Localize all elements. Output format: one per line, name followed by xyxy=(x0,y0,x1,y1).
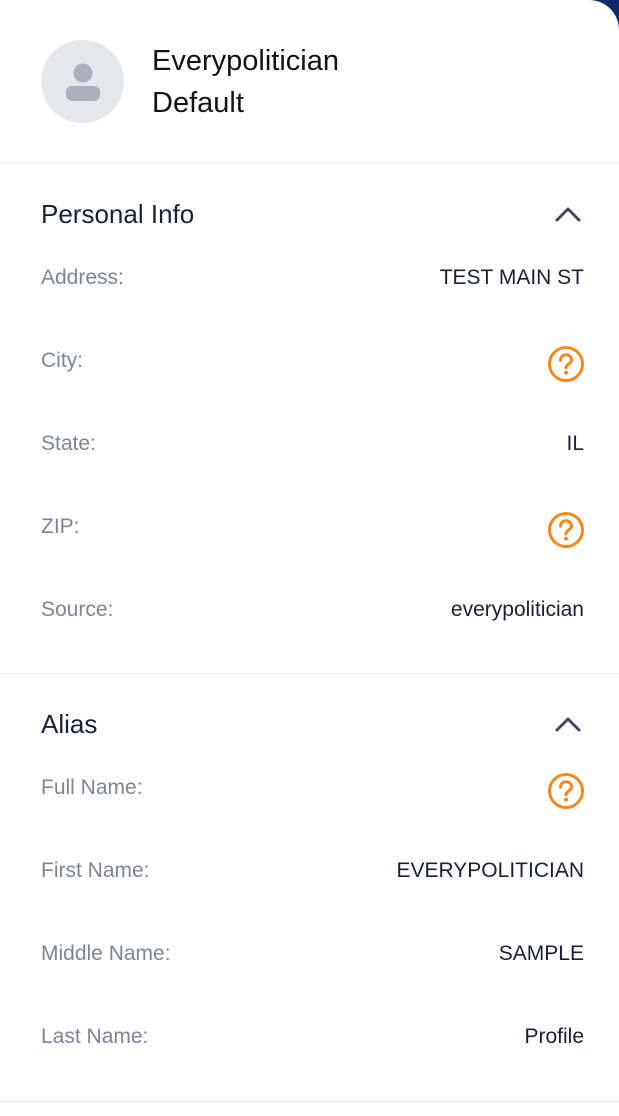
city-row: City: xyxy=(0,345,619,430)
alias-title: Alias xyxy=(41,708,98,739)
state-row: State: IL xyxy=(0,430,619,513)
source-row: Source: everypolitician xyxy=(0,596,619,679)
profile-name-line1: Everypolitician xyxy=(152,44,339,77)
source-label: Source: xyxy=(41,598,114,621)
person-icon xyxy=(65,63,100,101)
personal-info-title: Personal Info xyxy=(41,198,195,229)
full-name-row: Full Name: xyxy=(0,772,619,857)
alias-header[interactable]: Alias xyxy=(0,674,619,774)
first-name-row: First Name: EVERYPOLITICIAN xyxy=(0,857,619,940)
zip-label: ZIP: xyxy=(41,515,80,538)
avatar xyxy=(41,40,124,123)
first-name-label: First Name: xyxy=(41,859,150,882)
city-label: City: xyxy=(41,349,83,372)
middle-name-row: Middle Name: SAMPLE xyxy=(0,940,619,1023)
address-label: Address: xyxy=(41,266,124,289)
zip-row: ZIP: xyxy=(0,511,619,596)
middle-name-value: SAMPLE xyxy=(498,942,584,965)
question-circle-icon[interactable] xyxy=(547,511,585,549)
chevron-up-icon[interactable] xyxy=(553,709,583,739)
alias-section: Alias Full Name: First Name: EVERYPOLITI… xyxy=(0,674,619,1102)
profile-name-line2: Default xyxy=(152,86,244,119)
address-value: TEST MAIN ST xyxy=(439,266,584,289)
middle-name-label: Middle Name: xyxy=(41,942,171,965)
personal-info-section: Personal Info Address: TEST MAIN ST City… xyxy=(0,164,619,674)
profile-header: Everypolitician Default xyxy=(0,0,619,164)
question-circle-icon[interactable] xyxy=(547,345,585,383)
source-value: everypolitician xyxy=(450,598,584,621)
first-name-value: EVERYPOLITICIAN xyxy=(396,859,584,882)
question-circle-icon[interactable] xyxy=(547,772,585,810)
last-name-label: Last Name: xyxy=(41,1025,149,1048)
address-row: Address: TEST MAIN ST xyxy=(0,264,619,347)
full-name-label: Full Name: xyxy=(41,776,143,799)
last-name-value: Profile xyxy=(524,1025,584,1048)
chevron-up-icon[interactable] xyxy=(553,199,583,229)
profile-name: Everypolitician Default xyxy=(152,40,339,124)
profile-sheet: Everypolitician Default Personal Info Ad… xyxy=(0,0,619,1116)
personal-info-header[interactable]: Personal Info xyxy=(0,164,619,264)
last-name-row: Last Name: Profile xyxy=(0,1023,619,1106)
state-value: IL xyxy=(566,432,584,455)
state-label: State: xyxy=(41,432,96,455)
